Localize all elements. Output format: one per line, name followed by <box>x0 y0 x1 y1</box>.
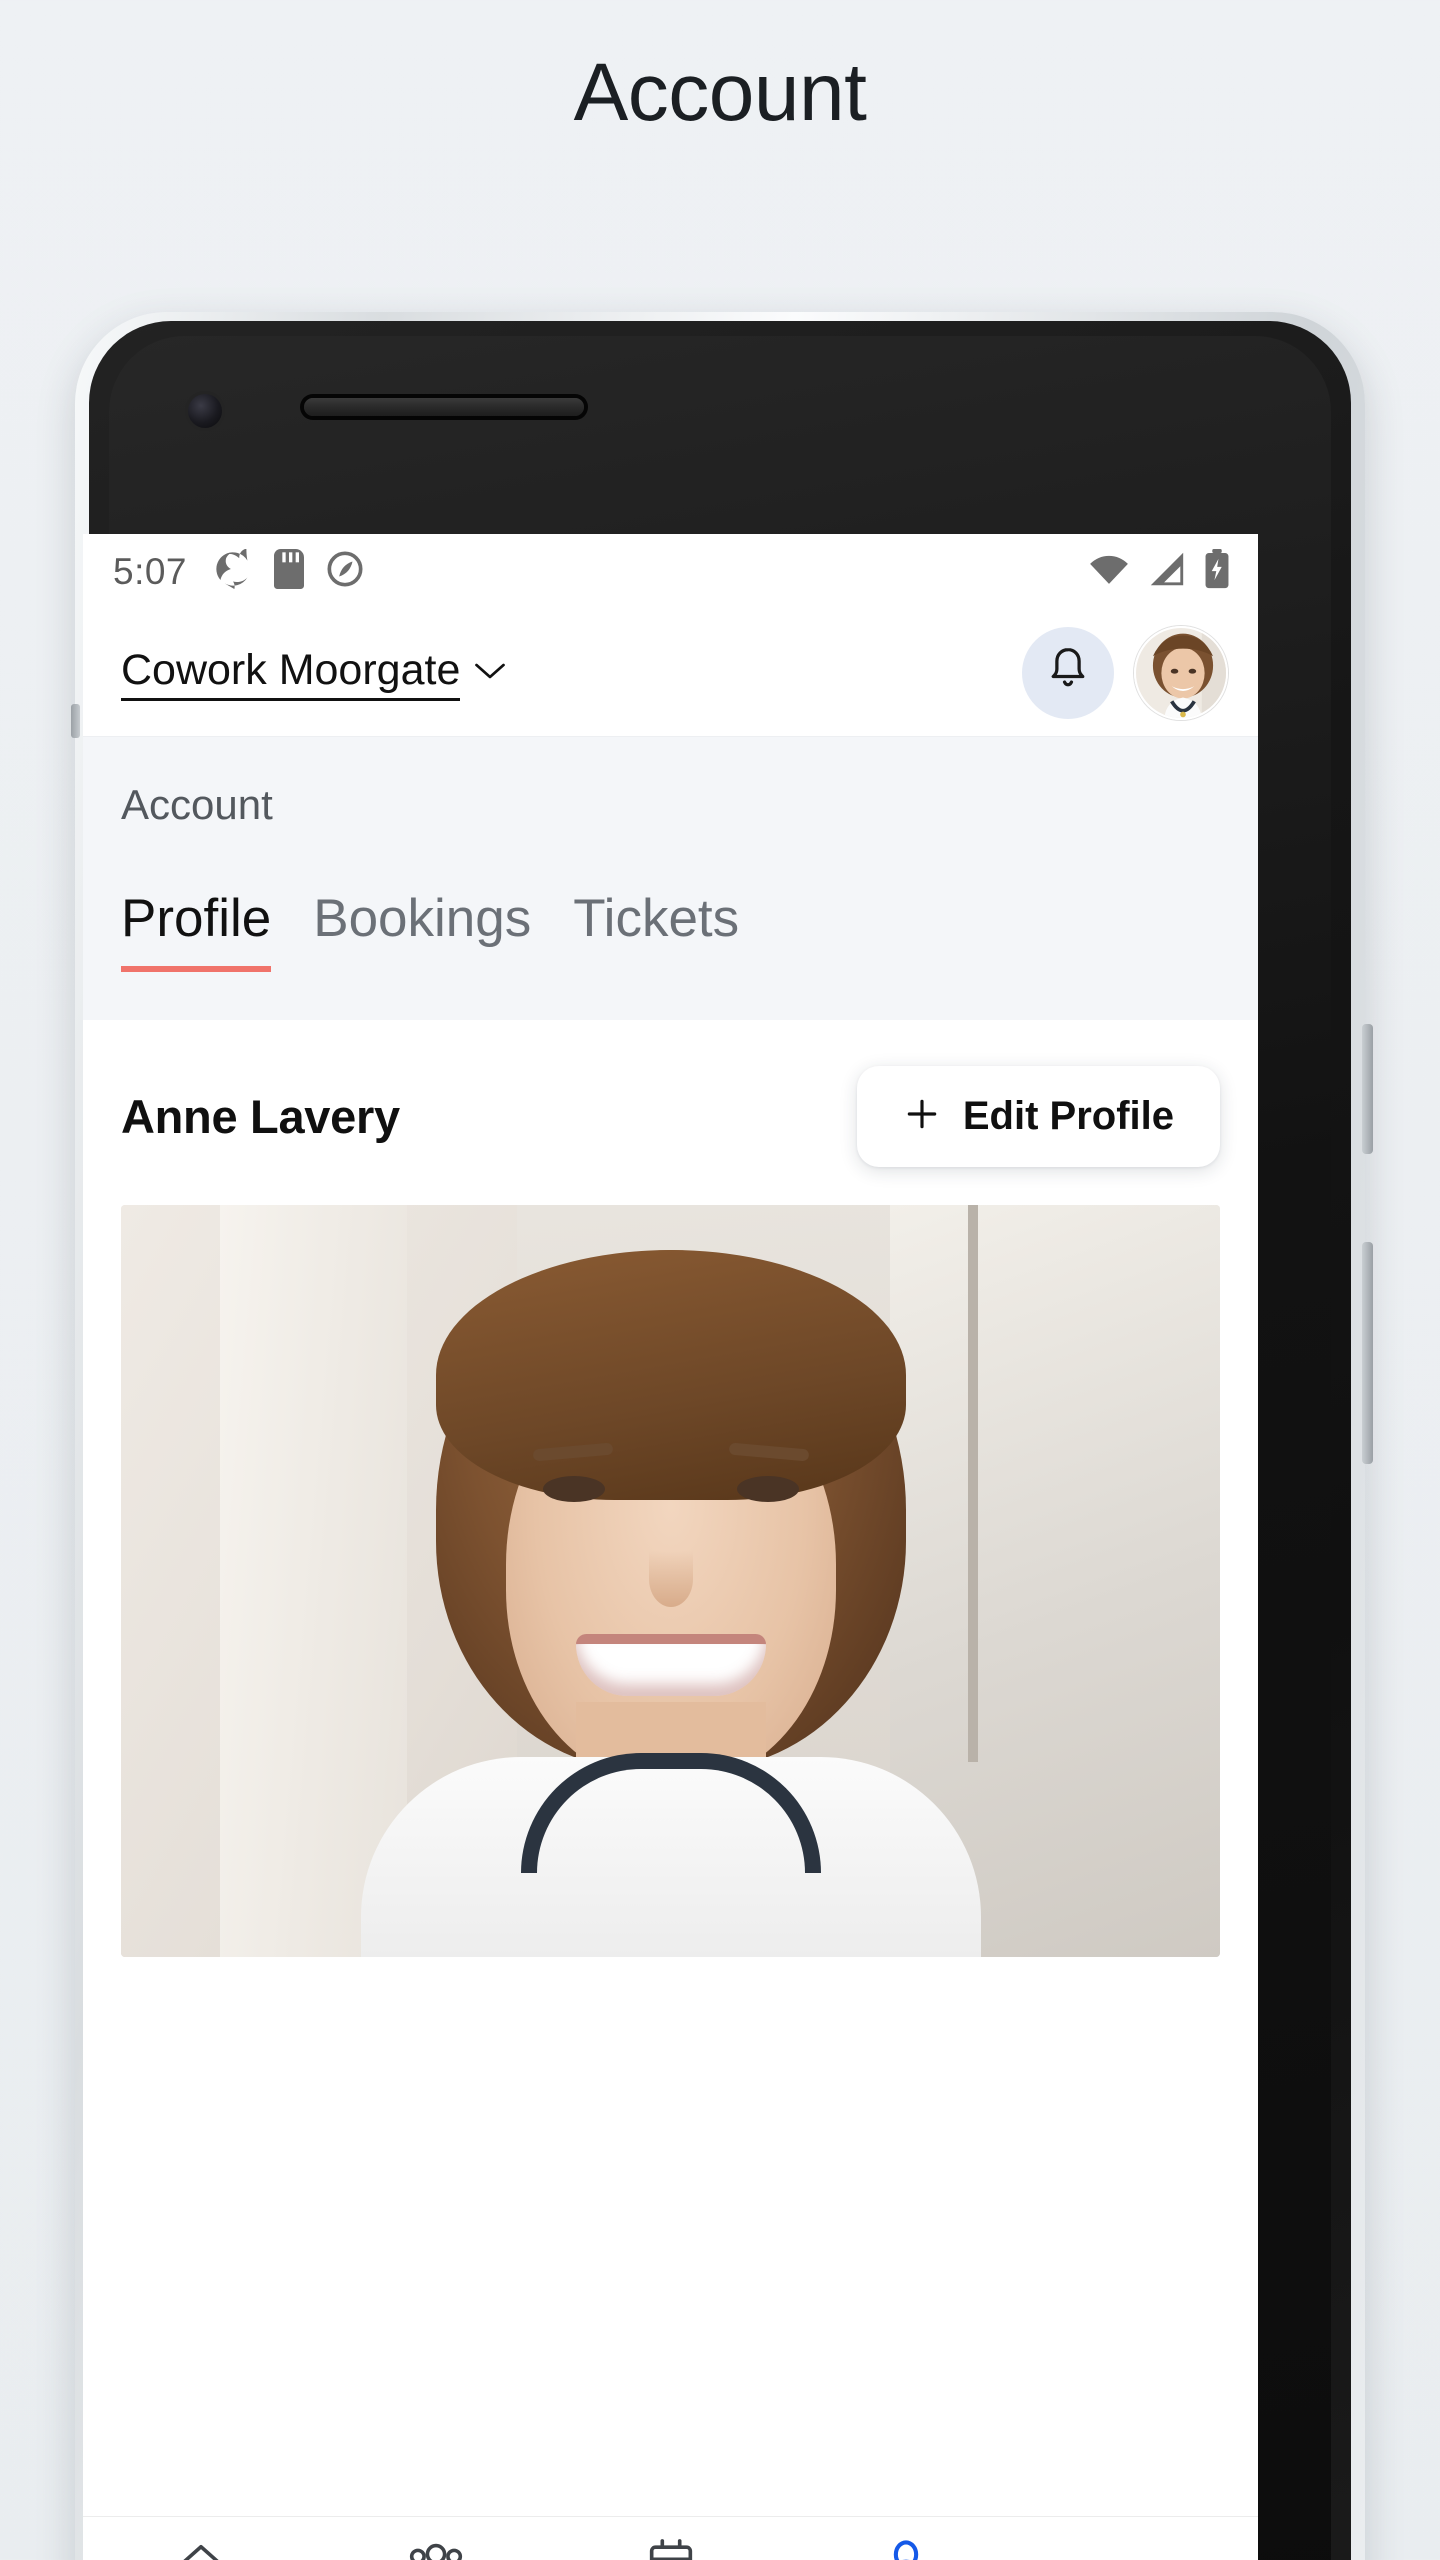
bell-icon <box>1045 645 1091 700</box>
wifi-icon <box>1088 551 1130 592</box>
plus-icon <box>903 1095 941 1138</box>
profile-header: Anne Lavery Edit Profile <box>83 1020 1258 1206</box>
notifications-button[interactable] <box>1022 626 1114 719</box>
page-title: Account <box>573 47 867 138</box>
calendar-icon <box>645 2537 697 2560</box>
profile-photo <box>121 1205 1220 1958</box>
chevron-down-icon <box>472 658 508 689</box>
phone-device-mockup: 5:07 Cowork Moorgate Account Profile Boo… <box>71 312 1373 2560</box>
tab-tickets[interactable]: Tickets <box>573 889 739 972</box>
tab-bookings[interactable]: Bookings <box>313 889 531 972</box>
nav-item-show-all[interactable]: Show All <box>1023 2537 1258 2560</box>
ellipsis-icon <box>1112 2537 1170 2560</box>
tab-profile[interactable]: Profile <box>121 889 272 973</box>
app-header: Cowork Moorgate <box>83 609 1258 736</box>
status-bar: 5:07 <box>83 534 1258 609</box>
venue-selector[interactable]: Cowork Moorgate <box>121 644 508 701</box>
home-icon <box>172 2537 230 2560</box>
nav-item-meeting-rooms[interactable]: Meeting Rooms <box>553 2537 788 2560</box>
power-button[interactable] <box>1362 1242 1373 1464</box>
venue-name-label: Cowork Moorgate <box>121 644 461 701</box>
volume-button[interactable] <box>1362 1024 1373 1154</box>
earpiece-speaker <box>304 398 584 416</box>
profile-name: Anne Lavery <box>121 1090 400 1144</box>
nav-item-account[interactable]: Account <box>788 2537 1023 2560</box>
tab-bar: Profile Bookings Tickets <box>83 829 1258 973</box>
sync-icon <box>213 548 253 594</box>
status-bar-right-icons <box>1088 549 1230 594</box>
sd-card-icon <box>272 549 306 594</box>
page-subheader: Account Profile Bookings Tickets <box>83 736 1258 1021</box>
edit-profile-button[interactable]: Edit Profile <box>856 1066 1220 1168</box>
status-bar-time: 5:07 <box>113 550 188 592</box>
nav-item-community[interactable]: Community <box>318 2537 553 2560</box>
adblock-icon <box>325 549 365 594</box>
phone-screen: 5:07 Cowork Moorgate Account Profile Boo… <box>83 534 1258 2560</box>
mute-switch-button[interactable] <box>71 704 80 738</box>
front-camera-icon <box>188 394 222 428</box>
person-icon <box>878 2537 934 2560</box>
people-icon <box>405 2537 467 2560</box>
status-bar-left-icons <box>213 548 365 594</box>
profile-photo-wrap <box>83 1205 1258 1958</box>
edit-profile-label: Edit Profile <box>962 1094 1174 1139</box>
bottom-navigation-bar: Dashboard Community <box>83 2516 1258 2560</box>
subheader-title: Account <box>121 781 273 828</box>
nav-item-dashboard[interactable]: Dashboard <box>83 2537 318 2560</box>
cellular-signal-icon <box>1147 551 1187 592</box>
battery-charging-icon <box>1204 549 1230 594</box>
avatar[interactable] <box>1134 625 1228 720</box>
